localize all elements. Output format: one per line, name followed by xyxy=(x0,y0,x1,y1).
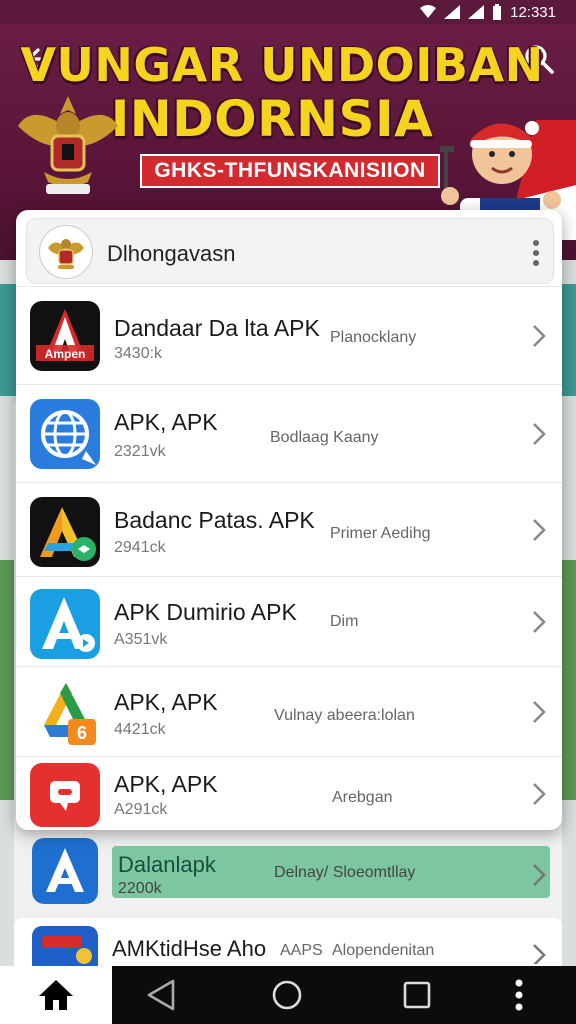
app-name: APK, APK xyxy=(114,409,218,435)
status-time: 12:331 xyxy=(510,3,556,21)
circle-home-icon xyxy=(272,980,302,1010)
app-size: 3430:k xyxy=(114,345,163,362)
app-list-item[interactable]: Ampen Dandaar Da lta APK 3430:k Planockl… xyxy=(16,286,562,384)
status-bar: 12:331 xyxy=(0,0,576,24)
chevron-right-icon xyxy=(533,944,546,964)
list-item-size: 2200k xyxy=(118,880,162,897)
signal-icon-2 xyxy=(468,5,485,19)
home-tab-button[interactable] xyxy=(0,966,112,1024)
nav-back-icon xyxy=(147,979,175,1011)
app-dropdown-card: Dlhongavasn Ampen Dandaar Da lta APK 343… xyxy=(16,210,562,830)
tools-app-icon xyxy=(32,926,98,966)
banner-title-line1: VUNGAR UNDOIBAN xyxy=(20,38,544,92)
app-list-item[interactable]: APK, APK 2321vk Bodlaag Kaany xyxy=(16,384,562,482)
nav-recents-button[interactable] xyxy=(398,976,436,1014)
list-item-title: Dalanlapk xyxy=(118,852,216,877)
app-size: A291ck xyxy=(114,801,168,818)
app-developer: Dim xyxy=(330,613,359,630)
orange-a-app-icon xyxy=(30,497,100,567)
chevron-right-icon xyxy=(533,325,546,347)
app-name: APK, APK xyxy=(114,771,218,797)
list-item-developer: Alopendenitan xyxy=(332,942,435,959)
app-developer: Arebgan xyxy=(332,789,393,806)
list-item[interactable]: AMKtidHse Aho AAPS Alopendenitan xyxy=(14,918,562,966)
app-developer: Vulnay abeera:lolan xyxy=(274,707,415,724)
app-list-item[interactable]: APK Dumirio APK A351vk Dim xyxy=(16,576,562,666)
navigation-bar xyxy=(0,966,576,1024)
globe-app-icon xyxy=(30,399,100,469)
app-name: Dandaar Da lta APK xyxy=(114,315,320,341)
app-icon-label: Ampen xyxy=(45,347,86,361)
garuda-emblem-icon xyxy=(18,96,118,194)
list-item-title: AMKtidHse Aho xyxy=(112,936,267,961)
app-developer: Bodlaag Kaany xyxy=(270,429,379,446)
dropdown-header[interactable]: Dlhongavasn xyxy=(26,218,554,284)
app-developer: Primer Aedihg xyxy=(330,525,431,542)
app-name: APK Dumirio APK xyxy=(114,599,297,625)
battery-icon xyxy=(493,4,502,20)
chevron-right-icon xyxy=(533,423,546,445)
chevron-right-icon xyxy=(533,701,546,723)
more-vert-icon xyxy=(515,979,523,1011)
chevron-right-icon xyxy=(533,783,546,805)
wifi-icon xyxy=(420,5,437,18)
list-item-tag: AAPS xyxy=(280,942,323,959)
red-a-app-icon: Ampen xyxy=(30,301,100,371)
app-list-item[interactable]: 6 APK, APK 4421ck Vulnay abeera:lolan xyxy=(16,666,562,756)
app-size: A351vk xyxy=(114,631,168,648)
blue-a-app-icon xyxy=(32,838,98,904)
more-vert-icon[interactable] xyxy=(531,239,541,267)
banner-subtitle: GHKS-THFUNSKANISIION xyxy=(140,154,440,188)
recents-square-icon xyxy=(403,981,431,1009)
nav-back-button[interactable] xyxy=(142,976,180,1014)
app-list-item[interactable]: APK, APK A291ck Arebgan xyxy=(16,756,562,830)
nav-menu-button[interactable] xyxy=(500,976,538,1014)
svg-text:6: 6 xyxy=(77,723,87,743)
nav-home-button[interactable] xyxy=(268,976,306,1014)
red-bubble-app-icon xyxy=(30,763,100,827)
drive-style-app-icon: 6 xyxy=(30,677,100,747)
app-list-item[interactable]: Badanc Patas. APK 2941ck Primer Aedihg xyxy=(16,482,562,576)
blue-a-app-icon xyxy=(30,589,100,659)
app-size: 4421ck xyxy=(114,721,166,738)
list-item-developer: Delnay/ Sloeomtllay xyxy=(274,864,416,881)
app-size: 2321vk xyxy=(114,443,166,460)
app-size: 2941ck xyxy=(114,539,166,556)
chevron-right-icon xyxy=(533,864,546,886)
garuda-emblem-icon xyxy=(39,225,93,279)
home-icon xyxy=(39,980,73,1010)
app-name: Badanc Patas. APK xyxy=(114,507,315,533)
list-item[interactable]: Dalanlapk 2200k Delnay/ Sloeomtllay xyxy=(14,838,562,912)
app-name: APK, APK xyxy=(114,689,218,715)
dropdown-title: Dlhongavasn xyxy=(107,241,236,266)
chevron-right-icon xyxy=(533,519,546,541)
app-developer: Planocklany xyxy=(330,329,417,346)
chevron-right-icon xyxy=(533,611,546,633)
signal-icon xyxy=(444,5,461,19)
